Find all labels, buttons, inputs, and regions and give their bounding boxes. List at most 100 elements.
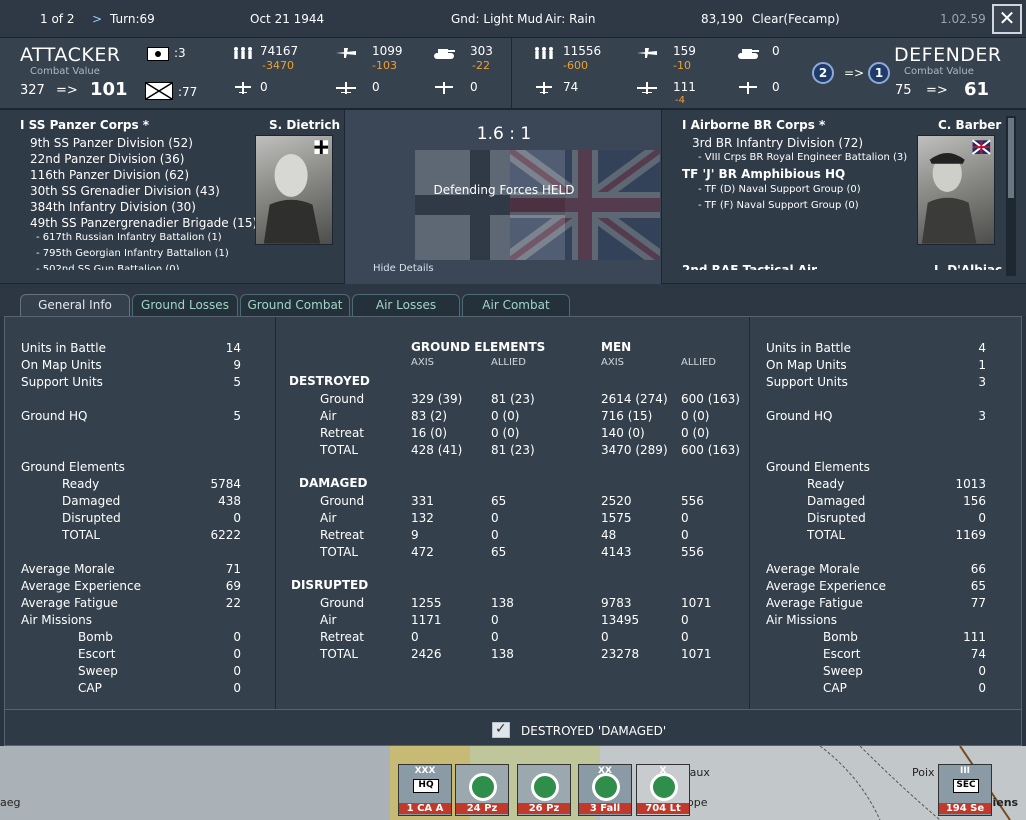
stat-value: 1 [978,358,986,372]
loss-cell: 81 (23) [491,443,535,457]
stat-label: Ready [62,477,100,491]
defender-stats: Units in Battle 4 On Map Units 1 Support Uni… [750,317,1022,709]
tank-icon [737,45,759,59]
unit-counter[interactable]: XX 3 Fall [578,764,632,816]
loss-cell: 0 [601,630,609,644]
loss-cell: 428 (41) [411,443,463,457]
attacker-cv-from: 327 [20,83,45,98]
unit-counter[interactable]: III SEC 194 Se [938,764,992,816]
stat-value: 5784 [210,477,241,491]
tab-air-losses[interactable]: Air Losses [352,294,460,316]
defender-subunit[interactable]: - TF (F) Naval Support Group (0) [698,200,859,211]
unit-type-icon [469,773,497,801]
attacker-fighters: 1099 [372,44,403,58]
stat-value: 111 [963,630,986,644]
attacker-unit[interactable]: 384th Infantry Division (30) [30,200,196,214]
attacker-hq-name[interactable]: I SS Panzer Corps * [20,118,149,132]
stat-label: Sweep [78,664,118,678]
tab-general-info[interactable]: General Info [20,294,130,316]
defender-units-scrollbar[interactable] [1006,116,1016,276]
attacker-unit[interactable]: 49th SS Panzergrenadier Brigade (15) [30,216,257,230]
attacker-stats: Units in Battle 14 On Map Units 9 Support Un… [5,317,275,709]
unit-counter[interactable]: X 704 Lt [636,764,690,816]
attacker-unit[interactable]: 30th SS Grenadier Division (43) [30,184,220,198]
attacker-tanks-loss: -22 [472,59,490,72]
unit-counter-label: 704 Lt [637,803,689,814]
allied-header: ALLIED [491,357,526,368]
tab-ground-combat[interactable]: Ground Combat [240,294,350,316]
loss-row-label: Air [320,613,337,627]
attacker-units-panel: I SS Panzer Corps * S. Dietrich 9th SS P… [0,110,344,284]
stat-value: 69 [225,579,241,593]
loss-cell: 0 [681,511,689,525]
attacker-commander: S. Dietrich [269,118,341,132]
loss-row-label: Retreat [320,426,364,440]
unit-counter[interactable]: 26 Pz [517,764,571,816]
turn-label: Turn:69 [110,12,155,26]
fort-arrow: => [844,66,865,80]
loss-cell: 1071 [681,647,712,661]
tab-air-combat[interactable]: Air Combat [462,294,570,316]
tab-ground-losses[interactable]: Ground Losses [132,294,238,316]
stat-label: TOTAL [807,528,846,542]
unit-size-label: XXX [414,766,436,776]
loss-cell: 13495 [601,613,640,627]
transport-plane-icon [533,80,555,94]
defender-subunit[interactable]: - TF (D) Naval Support Group (0) [698,184,861,195]
map-strip[interactable]: aeg -Caux eppe Poix miens XXX HQ 1 CA A 24 … [0,746,1026,820]
loss-cell: 81 (23) [491,392,535,406]
loss-cell: 65 [491,545,507,559]
bomber-icon [335,80,357,94]
map-place-name: Poix [912,766,935,779]
stat-label: Ground HQ [21,409,88,423]
defender-unit[interactable]: 3rd BR Infantry Division (72) [692,136,863,150]
loss-cell: 556 [681,545,704,559]
defender-hq2-name[interactable]: TF 'J' BR Amphibious HQ [682,167,845,181]
attacker-unit[interactable]: 116th Panzer Division (62) [30,168,189,182]
tab-bar: General Info Ground Losses Ground Combat… [0,284,1026,316]
stat-label: Units in Battle [21,341,106,355]
unit-counter[interactable]: XXX HQ 1 CA A [398,764,452,816]
defender-subunit[interactable]: - VIII Crps BR Royal Engineer Battalion … [698,152,907,163]
loss-cell: 2614 (274) [601,392,668,406]
attacker-unit[interactable]: 22nd Panzer Division (36) [30,152,184,166]
loss-section-title: DISRUPTED [291,578,369,592]
stat-value: 5 [233,409,241,423]
defender-hq3-name[interactable]: 2nd RAF Tactical Air [682,263,817,270]
next-page-button[interactable]: > [92,12,102,26]
loss-row-label: TOTAL [320,443,359,457]
attacker-subunit[interactable]: - 617th Russian Infantry Battalion (1) [36,232,222,243]
hq-flag-icon [147,46,169,61]
loss-cell: 600 (163) [681,443,740,457]
loss-cell: 600 (163) [681,392,740,406]
allied-header: ALLIED [681,357,716,368]
stat-label: Ready [807,477,845,491]
loss-cell: 0 [681,630,689,644]
loss-cell: 2426 [411,647,442,661]
stat-value: 5 [233,375,241,389]
air-missions-heading: Air Missions [21,613,93,627]
map-terrain [0,746,1026,820]
fighter-icon [335,45,357,59]
stat-label: Average Experience [766,579,887,593]
loss-cell: 83 (2) [411,409,448,423]
men-header: MEN [601,340,632,354]
combat-odds: 1.6 : 1 [476,124,532,144]
close-button[interactable]: ✕ [992,4,1022,34]
hide-details-link[interactable]: Hide Details [373,263,434,274]
loss-row-label: TOTAL [320,545,359,559]
unit-counter[interactable]: 24 Pz [455,764,509,816]
defender-hq-name[interactable]: I Airborne BR Corps * [682,118,825,132]
attacker-subunit[interactable]: - 795th Georgian Infantry Battalion (1) [36,248,229,259]
stat-label: Escort [823,647,861,661]
combat-header: ATTACKER Combat Value 327 => 101 :3 :77 … [0,38,1026,110]
destroyed-damaged-checkbox[interactable]: ✓ [492,721,510,738]
axis-header: AXIS [411,357,434,368]
attacker-unit[interactable]: 9th SS Panzer Division (52) [30,136,193,150]
stat-label: Bomb [823,630,858,644]
fort-level-before-badge: 2 [812,62,834,84]
transport-plane-icon [232,80,254,94]
attacker-subunit[interactable]: - 502nd SS Gun Battalion (0) [36,264,180,270]
scrollbar-thumb[interactable] [1008,118,1014,198]
loss-row-label: Ground [320,392,365,406]
